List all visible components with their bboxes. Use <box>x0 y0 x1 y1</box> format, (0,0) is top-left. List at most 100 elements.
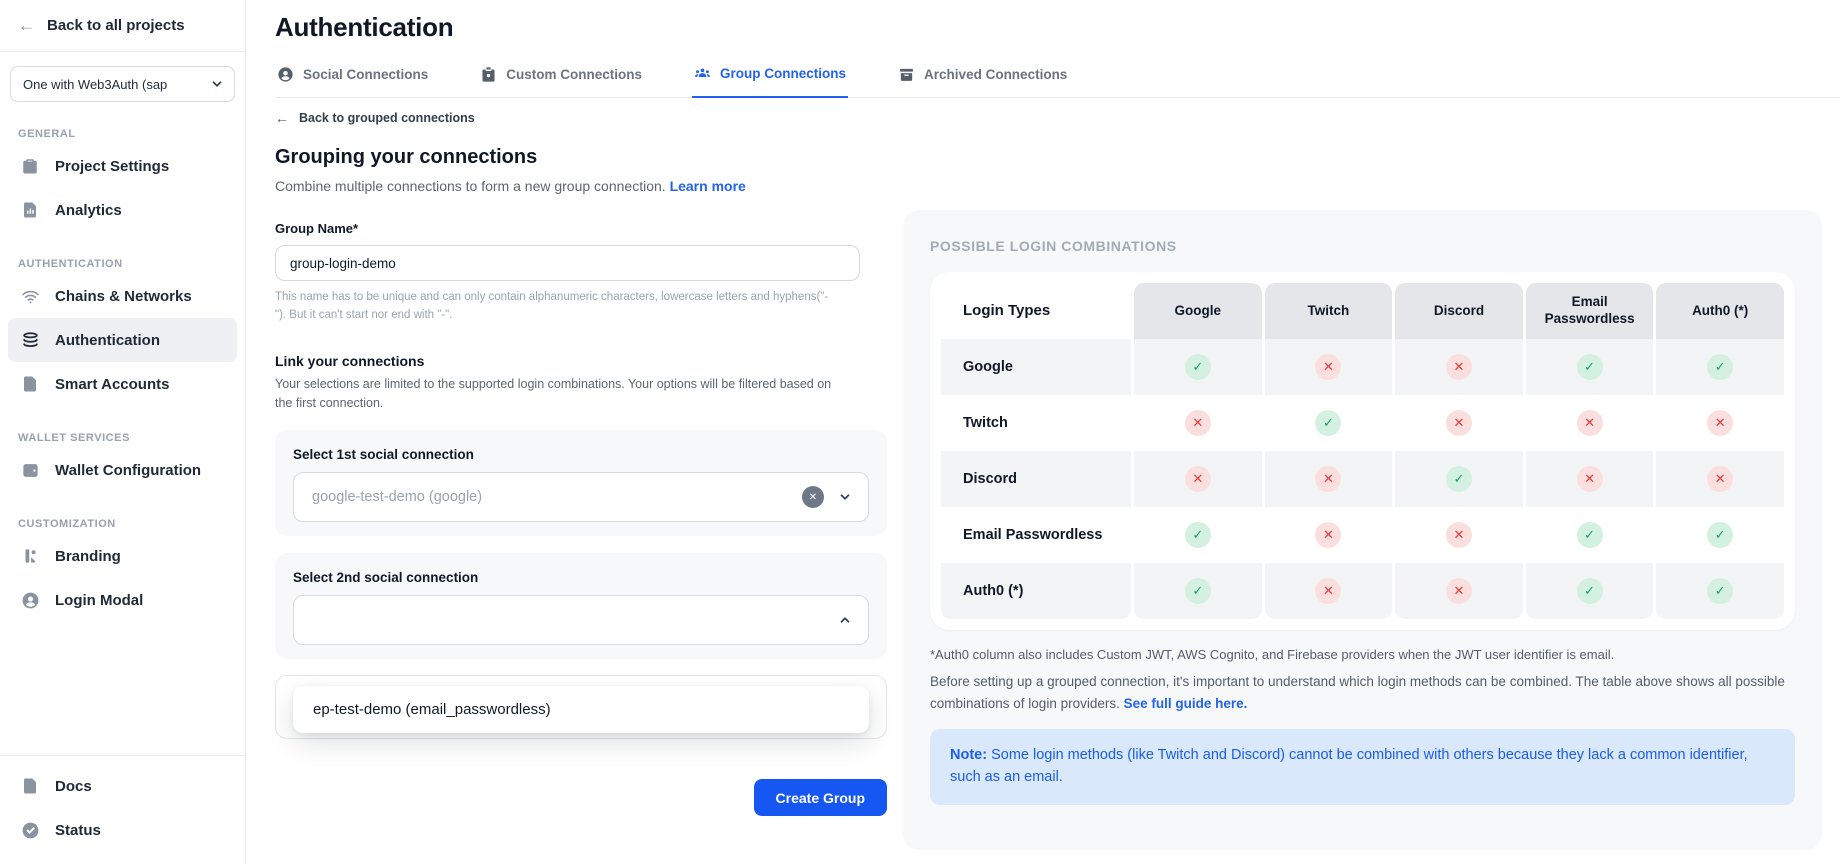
section-subheading: Combine multiple connections to form a n… <box>275 178 887 194</box>
check-icon: ✓ <box>1446 466 1472 492</box>
tab-bar: Social Connections Custom Connections Gr… <box>275 65 1840 98</box>
back-to-projects-link[interactable]: ← Back to all projects <box>0 0 245 52</box>
combination-allowed-cell: ✓ <box>1656 563 1784 619</box>
sidebar-item-label: Login Modal <box>55 592 143 609</box>
chevron-down-icon <box>838 490 852 504</box>
dropdown-option-ep-test-demo[interactable]: ep-test-demo (email_passwordless) <box>293 686 869 733</box>
second-connection-card: Select 2nd social connection <box>275 553 887 659</box>
sidebar-item-smart-accounts[interactable]: Smart Accounts <box>8 362 237 406</box>
cross-icon: ✕ <box>1707 410 1733 436</box>
combinations-table: Login TypesGoogleTwitchDiscordEmail Pass… <box>941 283 1784 619</box>
sidebar-item-login-modal[interactable]: Login Modal <box>8 578 237 622</box>
table-column-header: Email Passwordless <box>1526 283 1654 339</box>
table-column-header: Google <box>1134 283 1262 339</box>
cross-icon: ✕ <box>1185 410 1211 436</box>
combination-blocked-cell: ✕ <box>1265 507 1393 563</box>
cross-icon: ✕ <box>1446 410 1472 436</box>
chevron-down-icon <box>210 77 224 91</box>
page-title: Authentication <box>275 0 1840 43</box>
app-root: ← Back to all projects One with Web3Auth… <box>0 0 1840 864</box>
check-icon: ✓ <box>1707 578 1733 604</box>
sidebar-item-wallet-configuration[interactable]: Wallet Configuration <box>8 448 237 492</box>
link-connections-helper: Your selections are limited to the suppo… <box>275 375 835 414</box>
content-row: ← Back to grouped connections Grouping y… <box>275 98 1840 850</box>
combination-blocked-cell: ✕ <box>1265 563 1393 619</box>
sidebar-item-branding[interactable]: Branding <box>8 534 237 578</box>
tab-label: Archived Connections <box>924 67 1067 82</box>
tab-label: Group Connections <box>720 66 846 81</box>
people-group-icon <box>694 65 711 82</box>
sidebar-item-project-settings[interactable]: Project Settings <box>8 144 237 188</box>
sidebar-item-label: Project Settings <box>55 158 169 175</box>
learn-more-link[interactable]: Learn more <box>670 178 746 194</box>
sidebar-item-status[interactable]: Status <box>8 808 237 852</box>
create-group-button[interactable]: Create Group <box>754 779 887 816</box>
cross-icon: ✕ <box>1446 354 1472 380</box>
tab-custom-connections[interactable]: Custom Connections <box>478 65 644 97</box>
combination-allowed-cell: ✓ <box>1526 339 1654 395</box>
cross-icon: ✕ <box>1315 466 1341 492</box>
first-connection-select[interactable]: google-test-demo (google) ✕ <box>293 472 869 522</box>
combinations-heading: POSSIBLE LOGIN COMBINATIONS <box>930 238 1795 254</box>
combination-blocked-cell: ✕ <box>1134 395 1262 451</box>
description-text: Before setting up a grouped connection, … <box>930 674 1785 711</box>
user-circle-icon <box>20 590 40 610</box>
tab-group-connections[interactable]: Group Connections <box>692 65 848 98</box>
cross-icon: ✕ <box>1315 522 1341 548</box>
combination-blocked-cell: ✕ <box>1656 451 1784 507</box>
first-connection-value: google-test-demo (google) <box>312 489 802 505</box>
clear-selection-icon[interactable]: ✕ <box>802 486 824 508</box>
cross-icon: ✕ <box>1446 522 1472 548</box>
check-icon: ✓ <box>1577 522 1603 548</box>
sidebar-item-label: Status <box>55 822 101 839</box>
second-connection-select[interactable] <box>293 595 869 645</box>
sidebar-item-authentication[interactable]: Authentication <box>8 318 237 362</box>
group-name-label: Group Name* <box>275 221 887 236</box>
main-area: Authentication Social Connections Custom… <box>246 0 1840 864</box>
sidebar-item-analytics[interactable]: Analytics <box>8 188 237 232</box>
check-circle-icon <box>20 820 40 840</box>
form-actions: Create Group <box>275 779 887 816</box>
back-arrow-icon: ← <box>18 16 35 36</box>
chevron-up-icon <box>838 613 852 627</box>
table-row-label: Google <box>941 339 1131 395</box>
sidebar-item-label: Branding <box>55 548 121 565</box>
combination-blocked-cell: ✕ <box>1526 451 1654 507</box>
back-link-label: Back to grouped connections <box>299 111 475 125</box>
section-heading-wallet-services: WALLET SERVICES <box>18 432 227 444</box>
table-row-label: Email Passwordless <box>941 507 1131 563</box>
combinations-description: Before setting up a grouped connection, … <box>930 671 1795 714</box>
branding-icon <box>20 546 40 566</box>
combination-allowed-cell: ✓ <box>1134 563 1262 619</box>
back-to-grouped-connections-link[interactable]: ← Back to grouped connections <box>275 110 887 126</box>
tab-social-connections[interactable]: Social Connections <box>275 65 430 97</box>
table-row-label: Auth0 (*) <box>941 563 1131 619</box>
tab-archived-connections[interactable]: Archived Connections <box>896 65 1069 97</box>
table-column-header: Twitch <box>1265 283 1393 339</box>
table-row-label: Discord <box>941 451 1131 507</box>
combination-blocked-cell: ✕ <box>1134 451 1262 507</box>
group-form-column: ← Back to grouped connections Grouping y… <box>275 98 887 816</box>
group-name-helper: This name has to be unique and can only … <box>275 289 835 325</box>
full-guide-link[interactable]: See full guide here. <box>1124 696 1248 711</box>
select-2nd-label: Select 2nd social connection <box>293 570 869 585</box>
note-text: Some login methods (like Twitch and Disc… <box>950 747 1748 785</box>
sidebar-item-label: Chains & Networks <box>55 288 192 305</box>
sidebar-item-label: Smart Accounts <box>55 376 169 393</box>
combination-blocked-cell: ✕ <box>1265 451 1393 507</box>
user-circle-icon <box>277 66 294 83</box>
note-label: Note: <box>950 747 987 763</box>
project-selector[interactable]: One with Web3Auth (sap <box>10 66 235 102</box>
sidebar-footer: Docs Status <box>0 755 245 864</box>
sidebar-item-docs[interactable]: Docs <box>8 764 237 808</box>
database-icon <box>20 330 40 350</box>
combination-allowed-cell: ✓ <box>1526 507 1654 563</box>
group-name-input[interactable] <box>275 245 860 281</box>
combination-blocked-cell: ✕ <box>1395 507 1523 563</box>
note-box: Note: Some login methods (like Twitch an… <box>930 729 1795 805</box>
cross-icon: ✕ <box>1446 578 1472 604</box>
section-heading-general: GENERAL <box>18 128 227 140</box>
sidebar-item-chains-networks[interactable]: Chains & Networks <box>8 274 237 318</box>
sidebar-item-label: Analytics <box>55 202 122 219</box>
sidebar-item-label: Docs <box>55 778 92 795</box>
